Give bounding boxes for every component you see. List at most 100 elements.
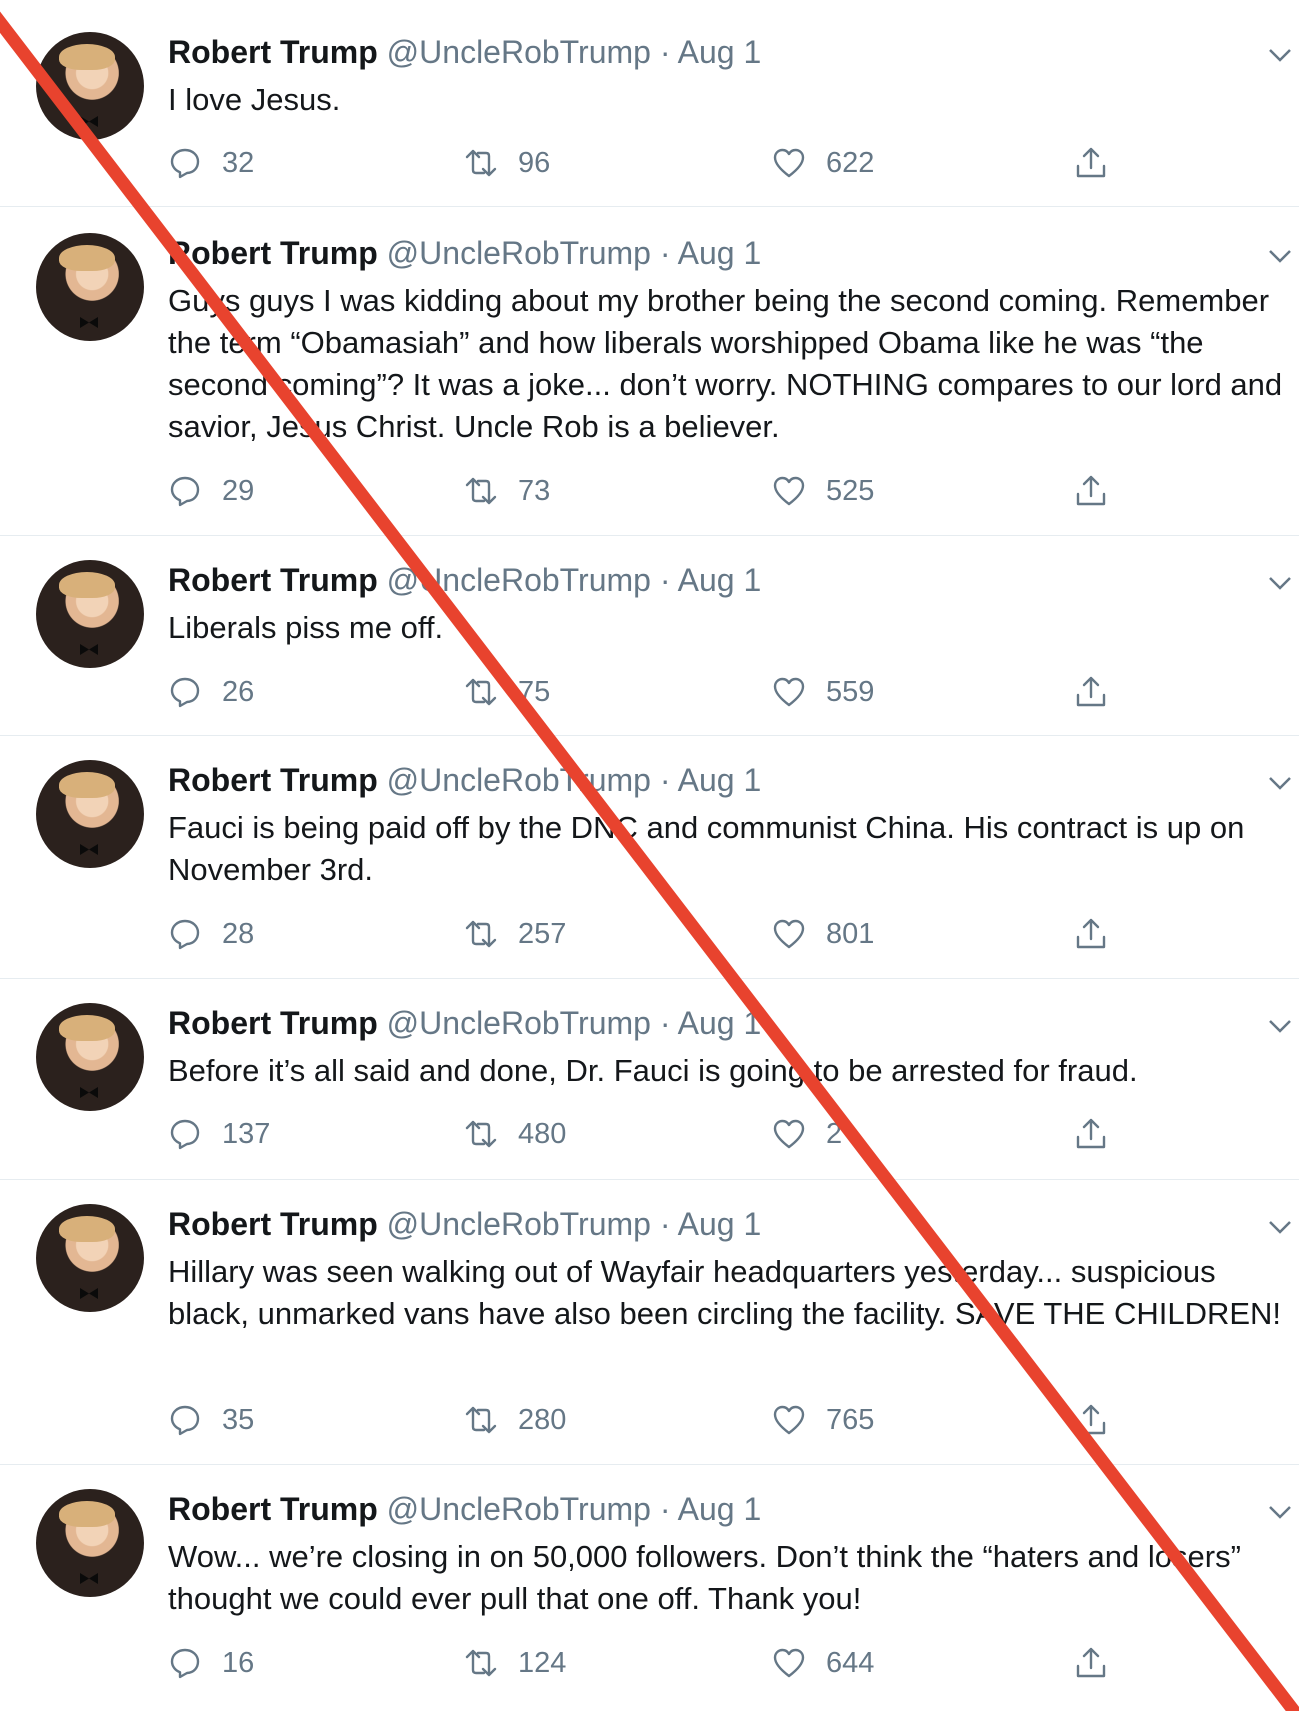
author-handle[interactable]: @UncleRobTrump — [387, 235, 651, 271]
reply-button[interactable]: 35 — [168, 1401, 254, 1439]
retweet-count: 96 — [518, 146, 551, 179]
retweet-button[interactable]: 280 — [464, 1401, 566, 1439]
reply-button[interactable]: 137 — [168, 1115, 270, 1153]
tweet-date[interactable]: Aug 1 — [678, 235, 762, 271]
reply-button[interactable]: 29 — [168, 472, 254, 510]
retweet-count: 257 — [518, 917, 567, 950]
author-name[interactable]: Robert Trump — [168, 1491, 378, 1527]
tweet[interactable]: Robert Trump @UncleRobTrump · Aug 1 Fauc… — [0, 736, 1299, 979]
tweet[interactable]: Robert Trump @UncleRobTrump · Aug 1 Guys… — [0, 207, 1299, 536]
tweet[interactable]: Robert Trump @UncleRobTrump · Aug 1 Hill… — [0, 1180, 1299, 1465]
like-count: 622 — [826, 146, 875, 179]
retweet-button[interactable]: 257 — [464, 915, 566, 953]
reply-icon — [170, 1648, 200, 1679]
tweet-text: Hillary was seen walking out of Wayfair … — [168, 1254, 1282, 1331]
share-icon — [1076, 1647, 1106, 1678]
retweet-button[interactable]: 96 — [464, 144, 550, 182]
avatar[interactable] — [36, 1003, 144, 1111]
like-button[interactable]: 644 — [772, 1644, 874, 1682]
tweet-date[interactable]: Aug 1 — [678, 1491, 762, 1527]
tweet-header: Robert Trump @UncleRobTrump · Aug 1 — [168, 32, 761, 72]
share-icon — [1076, 147, 1106, 178]
reply-icon — [170, 476, 200, 507]
chevron-down-icon[interactable] — [1265, 1011, 1295, 1041]
author-handle[interactable]: @UncleRobTrump — [387, 34, 651, 70]
tweet[interactable]: Robert Trump @UncleRobTrump · Aug 1 Libe… — [0, 536, 1299, 736]
tweet[interactable]: Robert Trump @UncleRobTrump · Aug 1 I lo… — [0, 0, 1299, 207]
like-button[interactable]: 765 — [772, 1401, 874, 1439]
like-button[interactable]: 525 — [772, 472, 874, 510]
chevron-down-icon[interactable] — [1265, 1497, 1295, 1527]
like-button[interactable]: 622 — [772, 144, 874, 182]
separator: · — [659, 762, 671, 798]
share-button[interactable] — [1074, 1644, 1128, 1682]
reply-button[interactable]: 32 — [168, 144, 254, 182]
retweet-button[interactable]: 73 — [464, 472, 550, 510]
avatar[interactable] — [36, 32, 144, 140]
reply-icon — [170, 1119, 200, 1150]
retweet-icon — [465, 149, 497, 177]
reply-button[interactable]: 26 — [168, 673, 254, 711]
share-button[interactable] — [1074, 1401, 1128, 1439]
tweet-date[interactable]: Aug 1 — [678, 34, 762, 70]
chevron-down-icon[interactable] — [1265, 568, 1295, 598]
share-icon — [1076, 676, 1106, 707]
reply-icon — [170, 677, 200, 708]
retweet-icon — [465, 1406, 497, 1434]
retweet-icon — [465, 477, 497, 505]
author-handle[interactable]: @UncleRobTrump — [387, 1005, 651, 1041]
reply-button[interactable]: 28 — [168, 915, 254, 953]
retweet-button[interactable]: 124 — [464, 1644, 566, 1682]
author-name[interactable]: Robert Trump — [168, 562, 378, 598]
tweet-header: Robert Trump @UncleRobTrump · Aug 1 — [168, 760, 761, 800]
share-button[interactable] — [1074, 915, 1128, 953]
like-button[interactable]: 801 — [772, 915, 874, 953]
like-icon — [773, 476, 805, 506]
share-button[interactable] — [1074, 144, 1128, 182]
retweet-icon — [465, 678, 497, 706]
reply-count: 32 — [222, 146, 255, 179]
tweet[interactable]: Robert Trump @UncleRobTrump · Aug 1 Befo… — [0, 979, 1299, 1180]
tweet-timeline: Robert Trump @UncleRobTrump · Aug 1 I lo… — [0, 0, 1299, 1711]
author-name[interactable]: Robert Trump — [168, 1005, 378, 1041]
tweet-date[interactable]: Aug 1 — [678, 1206, 762, 1242]
author-name[interactable]: Robert Trump — [168, 762, 378, 798]
like-button[interactable]: 559 — [772, 673, 874, 711]
avatar[interactable] — [36, 1489, 144, 1597]
share-button[interactable] — [1074, 472, 1128, 510]
avatar[interactable] — [36, 560, 144, 668]
tweet-date[interactable]: Aug 1 — [678, 762, 762, 798]
share-button[interactable] — [1074, 673, 1128, 711]
tweet[interactable]: Robert Trump @UncleRobTrump · Aug 1 Wow.… — [0, 1465, 1299, 1711]
like-icon — [773, 677, 805, 707]
avatar[interactable] — [36, 760, 144, 868]
author-name[interactable]: Robert Trump — [168, 1206, 378, 1242]
author-handle[interactable]: @UncleRobTrump — [387, 762, 651, 798]
like-icon — [773, 1405, 805, 1435]
retweet-count: 73 — [518, 474, 551, 507]
chevron-down-icon[interactable] — [1265, 768, 1295, 798]
tweet-date[interactable]: Aug 1 — [678, 1005, 762, 1041]
author-name[interactable]: Robert Trump — [168, 235, 378, 271]
tweet-header: Robert Trump @UncleRobTrump · Aug 1 — [168, 1003, 761, 1043]
like-button[interactable]: 2 — [772, 1115, 842, 1153]
tweet-actions: 137 480 2 — [168, 1115, 1128, 1153]
avatar[interactable] — [36, 233, 144, 341]
retweet-button[interactable]: 75 — [464, 673, 550, 711]
share-button[interactable] — [1074, 1115, 1128, 1153]
tweet-date[interactable]: Aug 1 — [678, 562, 762, 598]
author-handle[interactable]: @UncleRobTrump — [387, 1491, 651, 1527]
author-handle[interactable]: @UncleRobTrump — [387, 1206, 651, 1242]
like-icon — [773, 919, 805, 949]
reply-count: 28 — [222, 917, 255, 950]
chevron-down-icon[interactable] — [1265, 40, 1295, 70]
reply-button[interactable]: 16 — [168, 1644, 254, 1682]
chevron-down-icon[interactable] — [1265, 1212, 1295, 1242]
author-handle[interactable]: @UncleRobTrump — [387, 562, 651, 598]
author-name[interactable]: Robert Trump — [168, 34, 378, 70]
reply-count: 29 — [222, 474, 255, 507]
chevron-down-icon[interactable] — [1265, 241, 1295, 271]
avatar[interactable] — [36, 1204, 144, 1312]
retweet-button[interactable]: 480 — [464, 1115, 566, 1153]
share-icon — [1076, 1118, 1106, 1149]
